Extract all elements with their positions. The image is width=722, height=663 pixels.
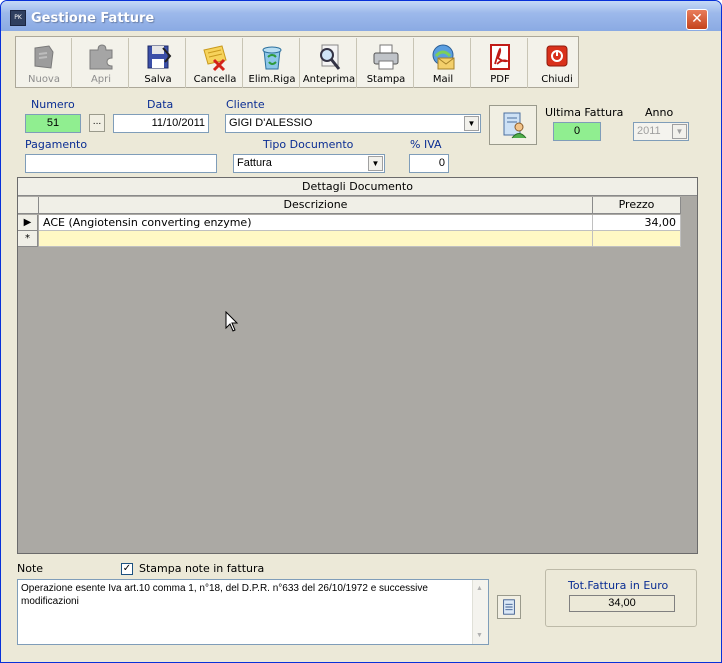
open-button[interactable]: Apri	[73, 38, 129, 88]
anno-value: 2011	[637, 125, 661, 137]
save-button[interactable]: Salva	[130, 38, 186, 88]
delete-button[interactable]: Cancella	[187, 38, 243, 88]
current-row-indicator-icon[interactable]: ▶	[18, 215, 38, 231]
numero-lookup-button[interactable]: ...	[89, 114, 105, 132]
printer-icon	[373, 44, 399, 70]
total-label: Tot.Fattura in Euro	[568, 579, 669, 592]
power-close-icon	[546, 45, 568, 67]
grid-title: Dettagli Documento	[18, 178, 697, 196]
new-button-label: Nuova	[28, 74, 60, 85]
scroll-down-icon[interactable]: ▼	[476, 629, 483, 642]
tipo-documento-value: Fattura	[237, 157, 272, 169]
print-notes-label: Stampa note in fattura	[139, 562, 265, 575]
tipo-documento-dropdown-arrow-icon[interactable]: ▼	[368, 156, 383, 171]
delete-row-button[interactable]: Elim.Riga	[244, 38, 300, 88]
window-title: Gestione Fatture	[31, 11, 155, 26]
new-row-marker[interactable]: *	[18, 231, 38, 247]
table-row-description-cell[interactable]: ACE (Angiotensin converting enzyme)	[39, 215, 593, 231]
cliente-value: GIGI D'ALESSIO	[229, 117, 313, 129]
total-panel: Tot.Fattura in Euro 34,00	[545, 569, 697, 627]
total-value: 34,00	[569, 595, 675, 612]
save-button-label: Salva	[144, 74, 172, 85]
magnifier-preview-icon	[320, 44, 341, 70]
anno-dropdown-arrow-icon[interactable]: ▼	[672, 124, 687, 139]
column-header-descrizione[interactable]: Descrizione	[39, 197, 593, 214]
document-icon	[503, 599, 515, 615]
scroll-up-icon[interactable]: ▲	[476, 582, 483, 595]
print-button-label: Stampa	[366, 74, 406, 85]
iva-field[interactable]: 0	[409, 154, 449, 173]
mouse-cursor-icon	[225, 311, 239, 332]
new-row-price-cell[interactable]	[593, 231, 681, 247]
close-button[interactable]: Chiudi	[529, 38, 585, 88]
numero-label: Numero	[31, 98, 75, 111]
pdf-button[interactable]: PDF	[472, 38, 528, 88]
data-label: Data	[147, 98, 174, 111]
invoice-window: PK Gestione Fatture ✕ Nuova Apri Salva C…	[0, 0, 722, 663]
close-window-button[interactable]: ✕	[686, 9, 708, 30]
numero-field[interactable]: 51	[25, 114, 81, 133]
data-field[interactable]: 11/10/2011	[113, 114, 209, 133]
new-row-description-cell[interactable]	[39, 231, 593, 247]
pagamento-field[interactable]	[25, 154, 217, 173]
save-disk-icon	[147, 45, 172, 69]
notes-label: Note	[17, 562, 44, 575]
anno-select[interactable]: 2011 ▼	[633, 122, 689, 141]
app-icon: PK	[10, 10, 26, 26]
notes-template-button[interactable]	[497, 595, 521, 619]
preview-button[interactable]: Anteprima	[301, 38, 357, 88]
iva-label: % IVA	[410, 138, 442, 151]
column-header-prezzo[interactable]: Prezzo	[593, 197, 681, 214]
cliente-dropdown-arrow-icon[interactable]: ▼	[464, 116, 479, 131]
title-bar[interactable]: PK Gestione Fatture ✕	[1, 1, 721, 31]
new-document-icon	[34, 45, 54, 69]
delete-button-label: Cancella	[193, 74, 237, 85]
pagamento-label: Pagamento	[25, 138, 88, 151]
print-button[interactable]: Stampa	[358, 38, 414, 88]
notes-textarea[interactable]: Operazione esente Iva art.10 comma 1, n°…	[17, 579, 489, 645]
cliente-select[interactable]: GIGI D'ALESSIO ▼	[225, 114, 481, 133]
ultima-fattura-label: Ultima Fattura	[545, 106, 624, 119]
preview-button-label: Anteprima	[302, 74, 356, 85]
grid-corner-header	[18, 197, 39, 214]
mail-button[interactable]: Mail	[415, 38, 471, 88]
mail-button-label: Mail	[432, 74, 454, 85]
client-card-button[interactable]	[489, 105, 537, 145]
ultima-fattura-field: 0	[553, 122, 601, 141]
tipo-documento-label: Tipo Documento	[263, 138, 354, 151]
anno-label: Anno	[645, 106, 674, 119]
new-button[interactable]: Nuova	[16, 38, 72, 88]
notes-text: Operazione esente Iva art.10 comma 1, n°…	[21, 583, 428, 607]
recycle-bin-icon	[262, 46, 282, 70]
tipo-documento-select[interactable]: Fattura ▼	[233, 154, 385, 173]
close-button-label: Chiudi	[541, 74, 573, 85]
open-puzzle-icon	[89, 44, 113, 70]
pdf-icon	[490, 44, 510, 70]
client-card-icon	[503, 112, 527, 139]
open-button-label: Apri	[90, 74, 112, 85]
mail-icon	[432, 44, 455, 70]
print-notes-checkbox[interactable]: ✓	[121, 563, 133, 575]
pdf-button-label: PDF	[490, 74, 510, 85]
document-details-grid[interactable]: Dettagli Documento Descrizione Prezzo ▶ …	[17, 177, 698, 554]
notes-scrollbar[interactable]: ▲ ▼	[472, 580, 488, 644]
delete-note-icon	[203, 45, 227, 72]
table-row-price-cell[interactable]: 34,00	[593, 215, 681, 231]
toolbar: Nuova Apri Salva Cancella Elim.Riga Ante…	[15, 36, 579, 88]
delete-row-button-label: Elim.Riga	[248, 74, 296, 85]
cliente-label: Cliente	[226, 98, 265, 111]
